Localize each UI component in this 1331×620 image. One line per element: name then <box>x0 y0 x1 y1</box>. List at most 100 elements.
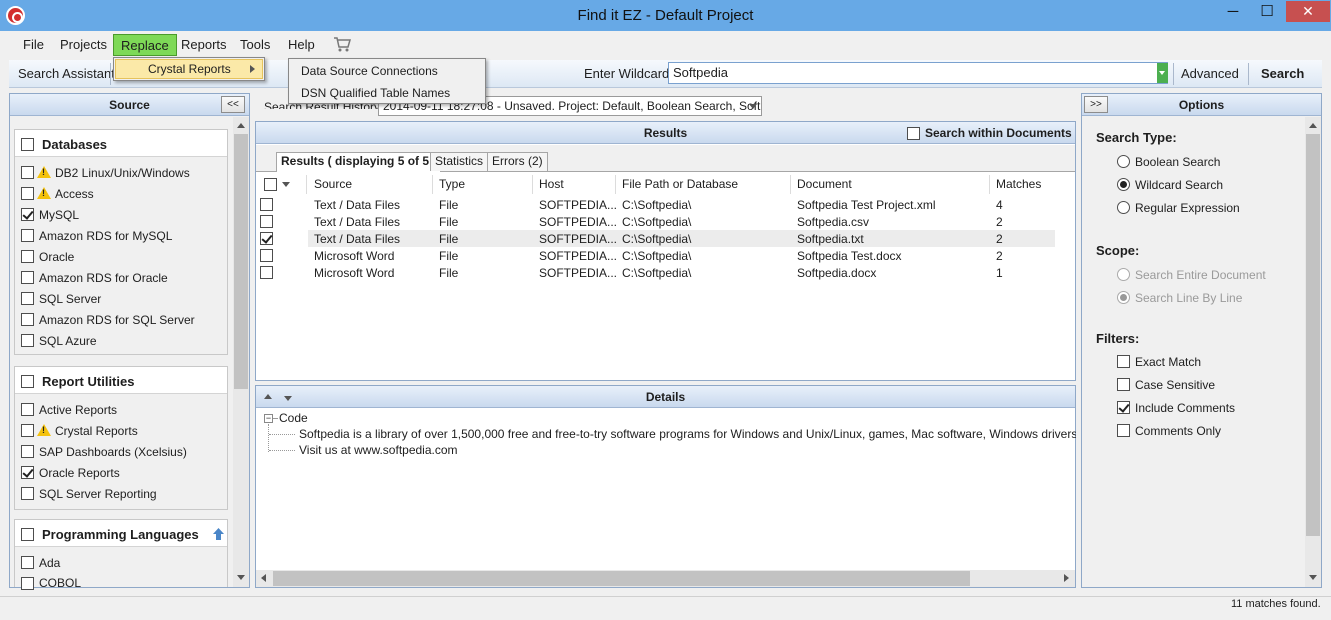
row-checkbox[interactable] <box>260 232 273 245</box>
crystal-reports-checkbox[interactable] <box>21 424 34 437</box>
search-line-by-line-radio[interactable] <box>1117 291 1130 304</box>
search-entire-document-radio[interactable] <box>1117 268 1130 281</box>
sql-azure-checkbox[interactable] <box>21 334 34 347</box>
advanced-button[interactable]: Advanced <box>1181 66 1239 81</box>
menu-reports[interactable]: Reports <box>174 34 234 56</box>
regular-expression-radio[interactable] <box>1117 201 1130 214</box>
cell-path: C:\Softpedia\ <box>622 232 692 246</box>
column-separator <box>432 175 433 194</box>
menu-tools[interactable]: Tools <box>233 34 277 56</box>
column-separator <box>306 175 307 194</box>
amazon-rds-sql-server-checkbox[interactable] <box>21 313 34 326</box>
scroll-up-icon[interactable] <box>237 123 245 128</box>
cell-source: Text / Data Files <box>314 198 401 212</box>
expand-options-button[interactable]: >> <box>1084 96 1108 113</box>
detail-line: Visit us at www.softpedia.com <box>299 443 458 457</box>
wildcard-input[interactable]: Softpedia <box>668 62 1168 84</box>
chevron-down-icon[interactable] <box>282 182 290 187</box>
status-text: 11 matches found. <box>1231 598 1321 610</box>
mysql-checkbox[interactable] <box>21 208 34 221</box>
chevron-down-icon[interactable] <box>749 104 757 109</box>
detail-line: Softpedia is a library of over 1,500,000… <box>299 427 1076 441</box>
boolean-search-label: Boolean Search <box>1135 155 1221 169</box>
amazon-rds-mysql-checkbox[interactable] <box>21 229 34 242</box>
collapse-source-button[interactable]: << <box>221 96 245 113</box>
move-down-icon[interactable] <box>284 396 292 401</box>
cell-path: C:\Softpedia\ <box>622 249 692 263</box>
exact-match-checkbox[interactable] <box>1117 355 1130 368</box>
access-checkbox[interactable] <box>21 187 34 200</box>
sql-server-checkbox[interactable] <box>21 292 34 305</box>
search-button[interactable]: Search <box>1261 66 1304 81</box>
source-item-label: Crystal Reports <box>55 424 138 438</box>
source-item-label: Amazon RDS for SQL Server <box>39 313 195 327</box>
ada-checkbox[interactable] <box>21 556 34 569</box>
cell-path: C:\Softpedia\ <box>622 215 692 229</box>
tab-errors[interactable]: Errors (2) <box>487 152 548 171</box>
oracle-checkbox[interactable] <box>21 250 34 263</box>
tab-results[interactable]: Results ( displaying 5 of 5 ) <box>276 152 442 172</box>
sap-dashboards-checkbox[interactable] <box>21 445 34 458</box>
scroll-up-icon[interactable] <box>1309 123 1317 128</box>
source-scroll-thumb[interactable] <box>234 134 248 389</box>
databases-group-checkbox[interactable] <box>21 138 34 151</box>
row-checkbox[interactable] <box>260 266 273 279</box>
menu-help[interactable]: Help <box>281 34 322 56</box>
boolean-search-radio[interactable] <box>1117 155 1130 168</box>
cell-type: File <box>439 232 459 246</box>
options-scroll-thumb[interactable] <box>1306 134 1320 536</box>
comments-only-checkbox[interactable] <box>1117 424 1130 437</box>
scroll-to-top-icon[interactable] <box>212 527 225 541</box>
row-checkbox[interactable] <box>260 215 273 228</box>
wildcard-dropdown-button[interactable] <box>1157 63 1168 83</box>
move-up-icon[interactable] <box>264 394 272 399</box>
column-header-host[interactable]: Host <box>539 177 564 191</box>
tree-node-code[interactable]: Code <box>279 411 308 425</box>
row-checkbox[interactable] <box>260 249 273 262</box>
maximize-button[interactable]: ☐ <box>1250 1 1284 22</box>
scroll-down-icon[interactable] <box>1309 575 1317 580</box>
search-within-documents-checkbox[interactable] <box>907 127 920 140</box>
column-header-matches[interactable]: Matches <box>996 177 1041 191</box>
cobol-checkbox[interactable] <box>21 577 34 590</box>
case-sensitive-label: Case Sensitive <box>1135 378 1216 392</box>
column-header-file-path[interactable]: File Path or Database <box>622 177 738 191</box>
column-header-type[interactable]: Type <box>439 177 465 191</box>
report-utilities-group-checkbox[interactable] <box>21 375 34 388</box>
close-button[interactable]: ✕ <box>1286 1 1330 22</box>
scroll-right-icon[interactable] <box>1064 574 1069 582</box>
select-all-checkbox[interactable] <box>264 178 277 191</box>
search-assistant-button[interactable]: Search Assistant <box>18 66 115 81</box>
menu-projects[interactable]: Projects <box>53 34 114 56</box>
sql-server-reporting-checkbox[interactable] <box>21 487 34 500</box>
programming-languages-group-checkbox[interactable] <box>21 528 34 541</box>
scroll-left-icon[interactable] <box>261 574 266 582</box>
case-sensitive-checkbox[interactable] <box>1117 378 1130 391</box>
details-scroll-thumb[interactable] <box>273 571 970 586</box>
amazon-rds-oracle-checkbox[interactable] <box>21 271 34 284</box>
details-panel-header: Details <box>256 386 1075 408</box>
source-item-label: Active Reports <box>39 403 118 417</box>
column-header-source[interactable]: Source <box>314 177 352 191</box>
db2-checkbox[interactable] <box>21 166 34 179</box>
menu-replace[interactable]: Replace <box>113 34 177 56</box>
submenu-arrow-icon <box>250 65 255 73</box>
column-separator <box>615 175 616 194</box>
scroll-down-icon[interactable] <box>237 575 245 580</box>
column-header-document[interactable]: Document <box>797 177 852 191</box>
include-comments-checkbox[interactable] <box>1117 401 1130 414</box>
menu-file[interactable]: File <box>16 34 51 56</box>
menu-item-data-source-connections[interactable]: Data Source Connections <box>301 64 438 78</box>
active-reports-checkbox[interactable] <box>21 403 34 416</box>
shopping-cart-icon[interactable] <box>333 36 351 52</box>
oracle-reports-checkbox[interactable] <box>21 466 34 479</box>
wildcard-search-radio[interactable] <box>1117 178 1130 191</box>
tree-collapse-icon[interactable]: − <box>264 414 273 423</box>
menu-item-dsn-qualified-table-names[interactable]: DSN Qualified Table Names <box>301 86 450 100</box>
row-checkbox[interactable] <box>260 198 273 211</box>
source-item-label: Access <box>55 187 94 201</box>
tab-statistics[interactable]: Statistics <box>430 152 489 171</box>
minimize-button[interactable]: ─ <box>1216 1 1250 22</box>
cell-document: Softpedia.txt <box>797 232 864 246</box>
cell-matches: 2 <box>996 232 1003 246</box>
